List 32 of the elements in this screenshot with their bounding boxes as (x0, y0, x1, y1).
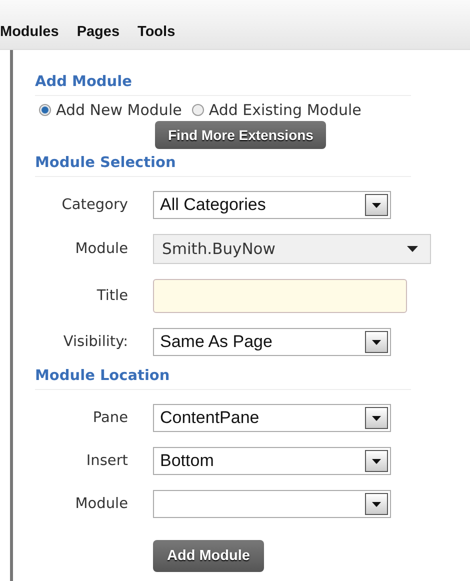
caret-icon (407, 246, 418, 252)
dropdown[interactable]: Bottom (153, 447, 391, 475)
title-input-field[interactable] (153, 279, 407, 313)
caret-icon (372, 458, 381, 464)
find-extensions-button[interactable]: Find More Extensions (155, 121, 326, 149)
field-label: Visibility: (62, 334, 128, 350)
dropdown[interactable]: Same As Page (153, 328, 391, 356)
caret-icon (372, 202, 381, 208)
field-label: Category (60, 197, 128, 213)
section-heading: Module Location (35, 364, 411, 390)
field-label: Module (74, 241, 128, 257)
caret-icon (372, 502, 381, 506)
caret-icon (372, 416, 381, 420)
radio-label[interactable]: Add New Module (56, 101, 182, 119)
menu-item[interactable]: Pages (76, 24, 120, 40)
section-heading: Module Selection (35, 151, 411, 177)
dropdown[interactable]: ContentPane (153, 404, 391, 432)
dropdown[interactable]: Smith.BuyNow (153, 234, 431, 264)
field-label: Title (96, 288, 128, 304)
menu-item[interactable]: Modules (0, 24, 59, 40)
dropdown[interactable] (153, 490, 391, 518)
radio-button[interactable] (39, 104, 51, 116)
add-module-button[interactable]: Add Module (153, 540, 264, 572)
field-label: Pane (92, 410, 128, 426)
radio-label[interactable]: Add Existing Module (208, 101, 362, 119)
field-label: Insert (85, 453, 128, 469)
radio-button[interactable] (192, 104, 204, 116)
section-heading: Add Module (35, 70, 411, 96)
menu-item[interactable]: Tools (138, 24, 176, 40)
dropdown[interactable]: All Categories (153, 191, 391, 219)
field-label: Module (74, 496, 128, 512)
caret-icon (372, 340, 381, 344)
